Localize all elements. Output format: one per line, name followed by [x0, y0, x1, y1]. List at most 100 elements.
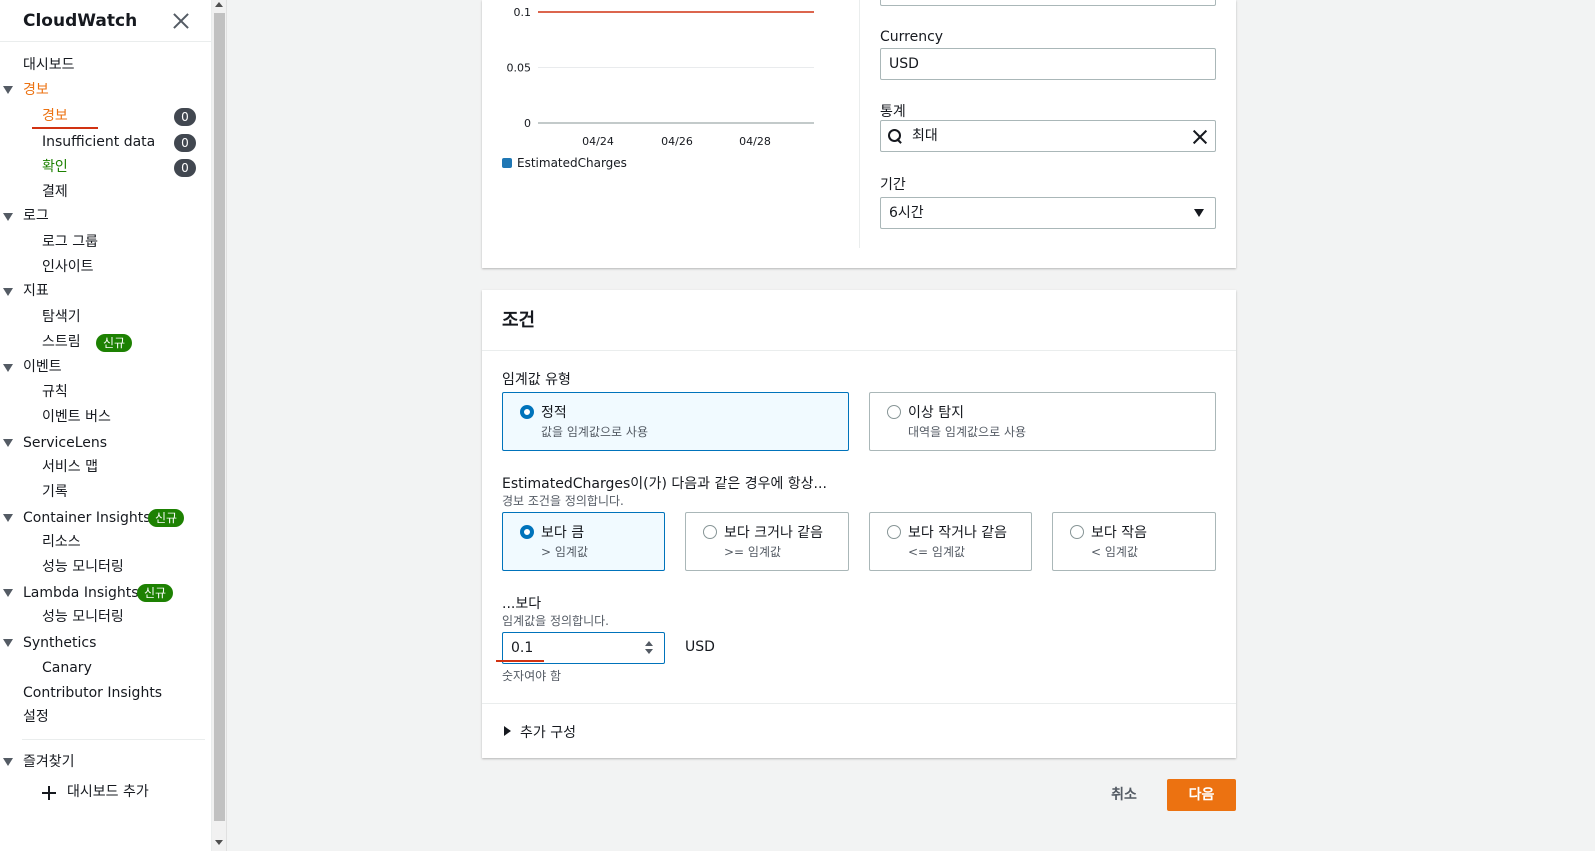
sidebar-item-ok[interactable]: 확인: [42, 156, 68, 178]
option-desc: 값을 임계값으로 사용: [541, 425, 648, 439]
sidebar-item-billing[interactable]: 결제: [42, 181, 68, 203]
close-icon[interactable]: [1193, 130, 1207, 144]
scroll-thumb[interactable]: [214, 13, 225, 821]
sidebar-item-metrics[interactable]: 지표: [23, 280, 49, 302]
option-desc: >= 임계값: [724, 545, 782, 559]
sidebar-divider: [22, 739, 205, 740]
sidebar-item-alarms[interactable]: 경보: [23, 79, 49, 101]
option-desc: 대역을 임계값으로 사용: [908, 425, 1027, 439]
chevron-down-icon[interactable]: [3, 288, 13, 296]
than-label: ...보다: [502, 596, 542, 612]
scroll-up-icon[interactable]: [215, 2, 223, 7]
sidebar-item-streams[interactable]: 스트림: [42, 331, 81, 353]
chevron-down-icon[interactable]: [3, 364, 13, 372]
option-label: 이상 탐지: [908, 405, 964, 421]
threshold-hint: 숫자여야 함: [502, 669, 562, 683]
sidebar-header: CloudWatch: [0, 0, 211, 42]
sidebar-item-favorites[interactable]: 즐겨찾기: [23, 751, 75, 773]
sidebar-item-container-insights[interactable]: Container Insights: [23, 507, 151, 529]
radio-button[interactable]: [887, 525, 901, 539]
caret-right-icon[interactable]: [504, 726, 511, 736]
whenever-desc: 경보 조건을 정의합니다.: [502, 494, 624, 508]
sidebar-item-logs[interactable]: 로그: [23, 205, 49, 227]
stepper-up-icon[interactable]: [645, 641, 653, 646]
scroll-down-icon[interactable]: [215, 840, 223, 845]
option-label: 정적: [541, 405, 567, 421]
currency-field[interactable]: USD: [880, 48, 1216, 80]
sidebar-item-insufficient-data[interactable]: Insufficient data: [42, 131, 155, 153]
ok-count-badge: 0: [174, 159, 196, 177]
option-desc: <= 임계값: [908, 545, 966, 559]
statistic-field[interactable]: 최대: [880, 120, 1216, 152]
sidebar-title: CloudWatch: [23, 10, 138, 31]
sidebar-item-canary[interactable]: Canary: [42, 657, 92, 679]
sidebar-item-service-map[interactable]: 서비스 맵: [42, 456, 98, 478]
chevron-down-icon[interactable]: [3, 639, 13, 647]
additional-config-toggle[interactable]: 추가 구성: [520, 722, 576, 742]
sidebar-item-lambda-performance[interactable]: 성능 모니터링: [42, 606, 124, 628]
operator-lower-option[interactable]: 보다 작음 < 임계값: [1052, 512, 1216, 571]
chevron-down-icon[interactable]: [3, 439, 13, 447]
chevron-down-icon[interactable]: [1194, 209, 1204, 217]
sidebar-item-resources[interactable]: 리소스: [42, 531, 81, 553]
scrollbar[interactable]: [212, 0, 227, 851]
chevron-down-icon[interactable]: [3, 758, 13, 766]
sidebar-item-log-groups[interactable]: 로그 그룹: [42, 231, 98, 253]
sidebar-item-contributor-insights[interactable]: Contributor Insights: [23, 682, 162, 704]
navigation-sidebar: CloudWatch 대시보드 경보 경보 0 Insufficient dat…: [0, 0, 212, 851]
option-label: 보다 작음: [1091, 525, 1147, 541]
divider: [482, 703, 1236, 704]
sidebar-item-dashboards[interactable]: 대시보드: [23, 54, 75, 76]
cancel-button[interactable]: 취소: [1094, 779, 1154, 811]
insufficient-count-badge: 0: [174, 134, 196, 152]
namespace-field[interactable]: [880, 0, 1216, 6]
operator-greater-equal-option[interactable]: 보다 크거나 같음 >= 임계값: [685, 512, 849, 571]
next-button[interactable]: 다음: [1167, 779, 1236, 811]
sidebar-item-traces[interactable]: 기록: [42, 481, 68, 503]
operator-lower-equal-option[interactable]: 보다 작거나 같음 <= 임계값: [869, 512, 1032, 571]
period-label: 기간: [880, 177, 906, 193]
whenever-label: EstimatedCharges이(가) 다음과 같은 경우에 항상...: [502, 476, 827, 492]
chevron-down-icon[interactable]: [3, 213, 13, 221]
sidebar-item-performance-monitoring[interactable]: 성능 모니터링: [42, 556, 124, 578]
sidebar-item-servicelens[interactable]: ServiceLens: [23, 432, 107, 454]
chevron-down-icon[interactable]: [3, 589, 13, 597]
sidebar-item-explorer[interactable]: 탐색기: [42, 306, 81, 328]
operator-greater-option[interactable]: 보다 큼 > 임계값: [502, 512, 665, 571]
sidebar-item-alarms-all[interactable]: 경보: [42, 105, 68, 127]
radio-button[interactable]: [520, 405, 534, 419]
chevron-down-icon[interactable]: [3, 514, 13, 522]
sidebar-item-event-buses[interactable]: 이벤트 버스: [42, 406, 111, 428]
radio-button[interactable]: [887, 405, 901, 419]
sidebar-item-lambda-insights[interactable]: Lambda Insights: [23, 582, 139, 604]
sidebar-item-insights[interactable]: 인사이트: [42, 256, 94, 278]
sidebar-item-rules[interactable]: 규칙: [42, 381, 68, 403]
option-label: 보다 작거나 같음: [908, 525, 1008, 541]
radio-button[interactable]: [1070, 525, 1084, 539]
sidebar-item-settings[interactable]: 설정: [23, 706, 49, 728]
panel-separator: [859, 0, 860, 248]
sidebar-item-events[interactable]: 이벤트: [23, 356, 62, 378]
threshold-anomaly-option[interactable]: 이상 탐지 대역을 임계값으로 사용: [869, 392, 1216, 451]
radio-button[interactable]: [520, 525, 534, 539]
option-label: 보다 큼: [541, 525, 585, 541]
close-icon[interactable]: [173, 13, 189, 29]
add-dashboard-link[interactable]: 대시보드 추가: [67, 781, 149, 803]
annotation-underline: [32, 127, 98, 129]
option-label: 보다 크거나 같음: [724, 525, 824, 541]
than-desc: 임계값을 정의합니다.: [502, 614, 609, 628]
threshold-unit: USD: [685, 639, 715, 655]
threshold-type-label: 임계값 유형: [502, 372, 571, 388]
sidebar-item-synthetics[interactable]: Synthetics: [23, 632, 96, 654]
radio-button[interactable]: [703, 525, 717, 539]
new-badge: 신규: [148, 509, 185, 527]
new-badge: 신규: [96, 334, 133, 352]
plus-icon[interactable]: [42, 786, 56, 800]
stepper-down-icon[interactable]: [645, 649, 653, 654]
period-select[interactable]: 6시간: [880, 197, 1216, 229]
chevron-down-icon[interactable]: [3, 86, 13, 94]
threshold-static-option[interactable]: 정적 값을 임계값으로 사용: [502, 392, 849, 451]
search-icon: [888, 129, 902, 143]
statistic-label: 통계: [880, 104, 906, 120]
new-badge: 신규: [137, 584, 174, 602]
